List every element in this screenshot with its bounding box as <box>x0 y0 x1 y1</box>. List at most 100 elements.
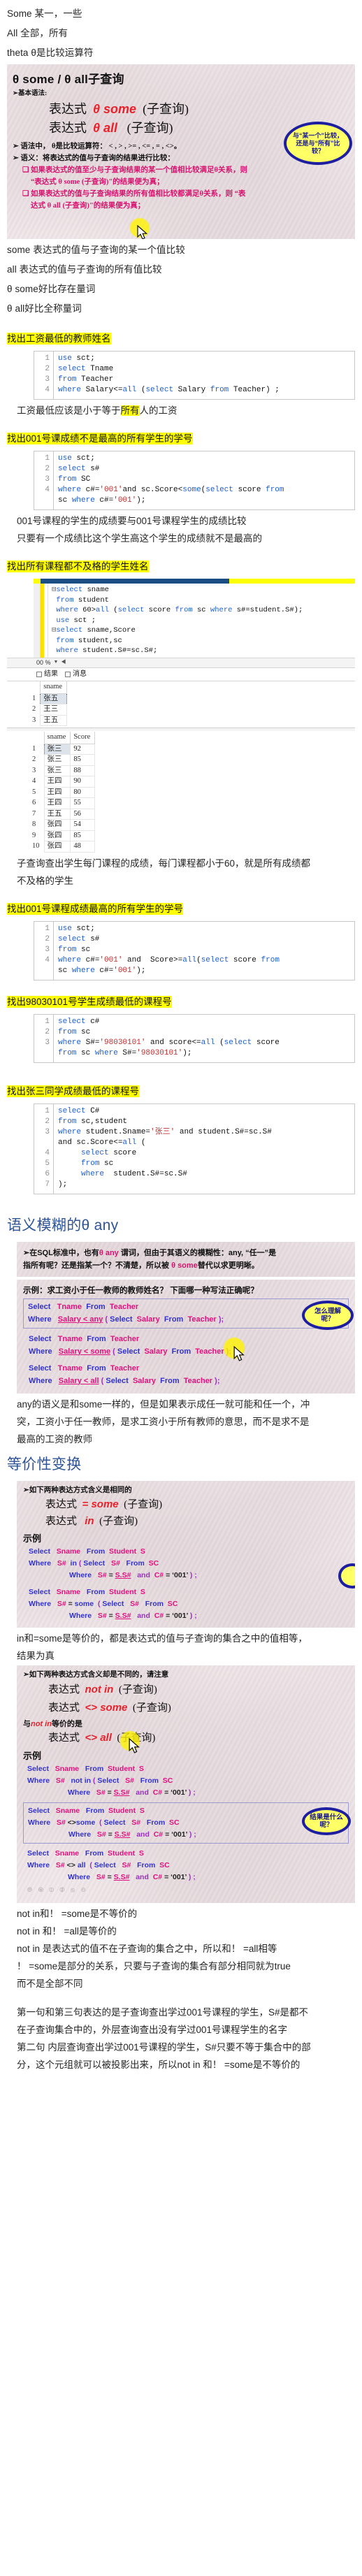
syntax-not-in: 表达式 not in (子查询) <box>48 1681 349 1699</box>
table-row[interactable]: 8 张四 54 <box>27 819 96 831</box>
cell-sname[interactable]: 张三 <box>43 743 71 755</box>
question-heading-zhangsan-lowest-course: 找出张三同学成绩最低的课程号 <box>7 1085 139 1097</box>
syntax-not-in-expr: 表达式 <box>48 1684 80 1695</box>
question-heading-lowest-salary: 找出工资最低的教师姓名 <box>7 333 111 345</box>
slide-any-example-title: 示例：求工资小于任一教师的教师姓名？ 下面哪一种写法正确呢？ <box>23 1286 259 1295</box>
sql-statement-any: Select Tname From Teacher Where Salary <… <box>23 1298 349 1329</box>
mouse-cursor-icon <box>129 1737 140 1753</box>
table-row[interactable]: 1 张五 <box>27 693 68 704</box>
table-row[interactable]: 7 王五 56 <box>27 808 96 820</box>
cell-score[interactable]: 55 <box>70 797 96 809</box>
slide-any-line2-b: 替代以求更明晰。 <box>197 1261 259 1270</box>
slide-equiv-bullet: ➢如下两种表达方式含义是相同的 <box>23 1486 132 1494</box>
chevron-down-icon[interactable]: ▼ <box>54 658 59 668</box>
note-final-3: 第二句 内层查询查出学过001号课程的学生，S#只要不等于集合中的部 <box>17 2041 311 2053</box>
table-header-row: sname <box>27 681 68 694</box>
result-grid-all-fail: sname 1 张五 2 王三 3 王五 <box>27 681 68 726</box>
row-number: 5 <box>27 787 44 798</box>
table-row[interactable]: 3 王五 <box>27 714 68 726</box>
syntax-not-in-keyword: not in <box>85 1683 114 1695</box>
cell-score[interactable]: 85 <box>70 754 96 766</box>
media-controls[interactable]: ⦾ ⦿ ⦶ ⦷ ⦸ ⊖ <box>27 1884 349 1896</box>
note-final-1: 第一句和第三句表达的是子查询查出学过001号课程的学生，S#是都不 <box>17 2006 309 2018</box>
row-number: 9 <box>27 830 44 841</box>
cell-score[interactable]: 88 <box>70 765 96 776</box>
table-row[interactable]: 6 王四 55 <box>27 797 96 809</box>
cell-sname[interactable]: 王三 <box>40 704 68 716</box>
intro-line-theta: theta θ是比较运算符 <box>7 48 94 58</box>
table-row[interactable]: 2 张三 85 <box>27 754 96 766</box>
cell-sname[interactable]: 张五 <box>40 693 68 704</box>
table-row[interactable]: 3 张三 88 <box>27 765 96 776</box>
cell-sname[interactable]: 王四 <box>43 797 71 809</box>
syntax-in-expr: 表达式 <box>45 1515 78 1527</box>
slide-any-example: 示例：求工资小于任一教师的教师姓名？ 下面哪一种写法正确呢？ Select Tn… <box>17 1279 355 1394</box>
note-equiv-2: not in 和！ =all是等价的 <box>17 1925 117 1937</box>
cell-sname[interactable]: 张四 <box>43 819 71 831</box>
expr-salary-lt-all: Salary < all <box>58 1376 99 1385</box>
cell-score[interactable]: 90 <box>70 776 96 788</box>
code-block-zhangsan-lowest-course: 1234567 select C# from sc,student where … <box>34 1103 355 1194</box>
code-block-lowest-course-98030101: 123 select c# from sc where S#='98030101… <box>34 1013 355 1063</box>
section-title-theta-any: 语义模糊的θ any <box>7 1217 119 1233</box>
table-row[interactable]: 2 王三 <box>27 704 68 716</box>
code-text: select C# from sc,student where student.… <box>58 1106 272 1189</box>
row-number: 1 <box>27 744 44 755</box>
callout-bubble-what-result: 结果是什么呢？ <box>302 1807 351 1835</box>
sql-statement-eq-some: Select Sname From Student S Where S# = s… <box>29 1587 197 1620</box>
table-row[interactable]: 9 张四 85 <box>27 830 96 841</box>
note-any-2: 突，工资小于任一教师，是求工资小于所有教师的意思，而不是求不是 <box>17 1416 310 1427</box>
slide-any-keyword-any: θ any <box>99 1248 119 1257</box>
slide-title: θ some / θ all子查询 <box>13 73 124 86</box>
cell-score[interactable]: 85 <box>70 830 96 841</box>
syntax-eq-some-sub: (子查询) <box>124 1498 163 1510</box>
question-heading-all-fail: 找出所有课程都不及格的学生姓名 <box>7 560 149 572</box>
table-row[interactable]: 5 王四 80 <box>27 786 96 798</box>
message-icon <box>65 671 71 677</box>
cell-sname[interactable]: 张三 <box>43 754 71 766</box>
syntax-all-keyword: θ all <box>93 121 118 135</box>
tab-messages[interactable]: 消息 <box>65 670 87 680</box>
sql-statement-neq-all: Select Sname From Student S Where S# <> … <box>23 1844 349 1896</box>
note-some-exists: θ some好比存在量词 <box>7 284 96 294</box>
sql-statement-in: Select Sname From Student S Where S# in … <box>29 1547 197 1579</box>
ssms-highlight-strip <box>34 579 355 584</box>
syntax-all-sub: (子查询) <box>126 121 173 135</box>
syntax-eq-some-keyword: = some <box>82 1498 119 1510</box>
equiv-label-pre: 与 <box>23 1719 31 1728</box>
cell-sname[interactable]: 王四 <box>43 776 71 788</box>
cell-score[interactable]: 56 <box>70 808 96 820</box>
table-row[interactable]: 10 张四 48 <box>27 841 96 853</box>
syntax-neq-some-expr: 表达式 <box>48 1702 80 1714</box>
tab-results[interactable]: 结果 <box>36 670 58 680</box>
syntax-neq-some-sub: (子查询) <box>132 1702 171 1714</box>
row-number: 3 <box>27 765 44 776</box>
cell-sname[interactable]: 张四 <box>43 841 71 853</box>
row-number: 8 <box>27 819 44 830</box>
cell-sname[interactable]: 王四 <box>43 786 71 798</box>
code-text: select c# from sc where S#='98030101' an… <box>58 1017 280 1057</box>
cell-score[interactable]: 48 <box>70 841 96 853</box>
cell-sname[interactable]: 张三 <box>43 765 71 776</box>
cell-score[interactable]: 54 <box>70 819 96 831</box>
note-final-2: 在子查询集合中的，外层查询查出没有学过001号课程学生的名字 <box>17 2024 288 2035</box>
slide-notin-example-label: 示例 <box>23 1750 42 1761</box>
cell-score[interactable]: 92 <box>70 743 96 755</box>
chevron-left-icon[interactable]: ◀ <box>61 658 66 668</box>
table-row[interactable]: 1 张三 92 <box>27 743 96 755</box>
ssms-result-tabs[interactable]: 结果 消息 <box>7 668 355 681</box>
ssms-zoom-bar[interactable]: 00 % ▼ ◀ <box>7 657 355 668</box>
cell-sname[interactable]: 张四 <box>43 830 71 841</box>
syntax-some: 表达式 θ some (子查询) <box>49 100 349 119</box>
cell-score[interactable]: 80 <box>70 786 96 798</box>
code-gutter: 123 <box>34 1014 54 1062</box>
slide-bullet-syntax: ➢基本语法: <box>13 90 48 97</box>
question-heading-highest-001: 找出001号课程成绩最高的所有学生的学号 <box>7 902 184 915</box>
syntax-eq-some-expr: 表达式 <box>45 1498 78 1510</box>
cell-sname[interactable]: 王五 <box>40 714 68 726</box>
cell-sname[interactable]: 王五 <box>43 808 71 820</box>
syntax-in-sub: (子查询) <box>99 1515 138 1527</box>
note-all-fail-2: 不及格的学生 <box>17 875 73 886</box>
grid-separator <box>7 728 355 731</box>
table-row[interactable]: 4 王四 90 <box>27 776 96 788</box>
